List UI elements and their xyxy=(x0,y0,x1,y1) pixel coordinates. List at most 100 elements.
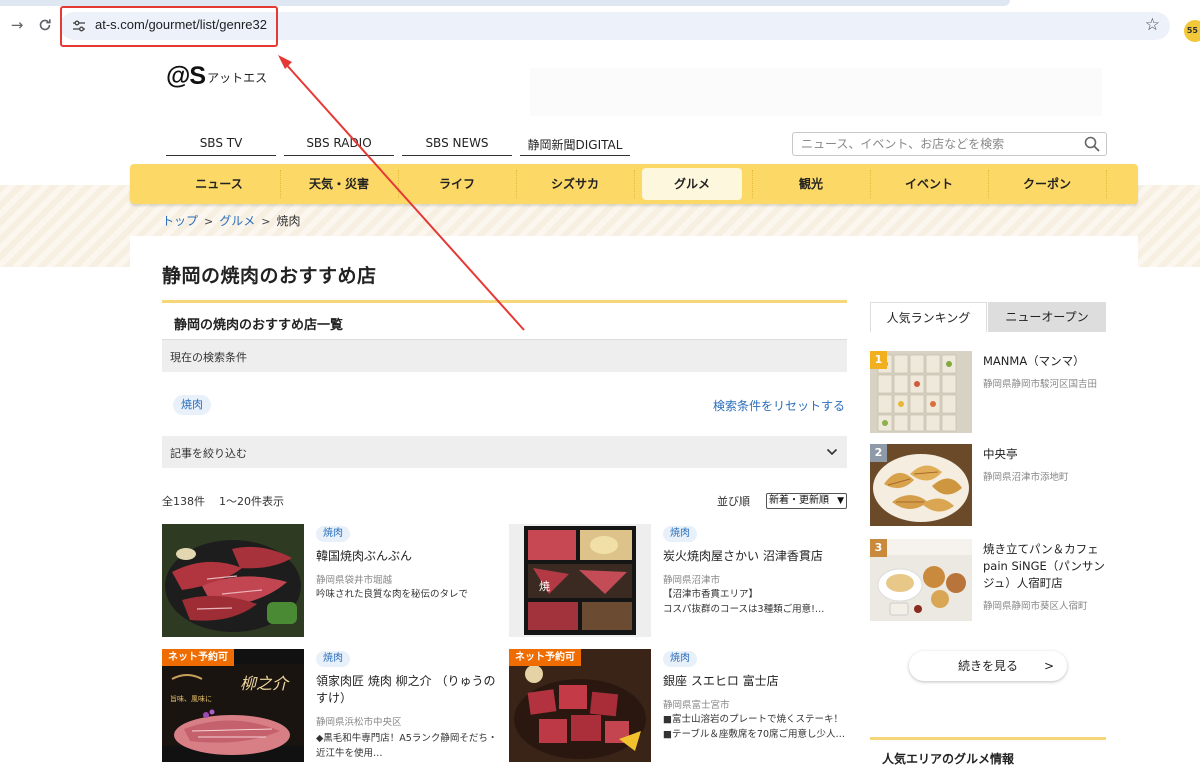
breadcrumb-current: 焼肉 xyxy=(276,214,301,228)
shop-name[interactable]: 領家肉匠 焼肉 柳之介 （りゅうのすけ） xyxy=(316,673,502,707)
shop-description: 【沼津市香貫エリア】 コスパ抜群のコースは3種類ご用意!… xyxy=(663,587,851,617)
result-total: 全138件 xyxy=(162,495,205,508)
annotation-highlight-box xyxy=(60,6,278,47)
breadcrumb-top[interactable]: トップ xyxy=(162,214,198,228)
shop-description: ◆黒毛和牛専門店！A5ランク静岡そだち・ 近江牛を使用… xyxy=(316,731,504,761)
shop-tag[interactable]: 焼肉 xyxy=(663,526,697,542)
shop-description-line: ■テーブル＆座敷席を70席ご用意し少人… xyxy=(663,729,845,740)
title-divider xyxy=(162,300,847,303)
shop-card[interactable]: 焼肉 韓国焼肉ぶんぶん 静岡県袋井市堀越 吟味された良質な肉を秘伝のタレで xyxy=(162,524,502,640)
ranking-area: 静岡県沼津市添地町 xyxy=(983,472,1069,483)
shop-image[interactable]: 焼 xyxy=(509,524,651,637)
rank-badge: 2 xyxy=(870,444,887,462)
nav-item-gourmet[interactable]: グルメ xyxy=(642,168,742,200)
nav-item-shizusaka[interactable]: シズサカ xyxy=(516,168,634,200)
header-banner-area xyxy=(530,68,1102,116)
logo-mark: @S xyxy=(166,62,206,90)
net-reservation-badge: ネット予約可 xyxy=(162,649,234,666)
chevron-right-icon: > xyxy=(204,215,214,228)
svg-text:旨味、風味に: 旨味、風味に xyxy=(170,694,212,703)
tab-popular-ranking[interactable]: 人気ランキング xyxy=(870,302,987,332)
nav-item-event[interactable]: イベント xyxy=(870,168,988,200)
chevron-right-icon: > xyxy=(1043,659,1054,673)
ranking-name[interactable]: 中央亭 xyxy=(983,446,1107,463)
ranking-name[interactable]: MANMA（マンマ） xyxy=(983,353,1107,370)
ranking-item[interactable]: 1 MANMA（マンマ） 静岡県静岡市駿河区国吉田 xyxy=(870,351,1106,435)
result-range: 1〜20件表示 xyxy=(219,495,284,508)
service-link-sbs-news[interactable]: SBS NEWS xyxy=(402,136,512,156)
nav-item-life[interactable]: ライフ xyxy=(398,168,516,200)
shop-description-line: ◆黒毛和牛専門店！A5ランク静岡そだち・ xyxy=(316,733,498,744)
ranking-item[interactable]: 3 焼き立てパン＆カフェ pain SiNGE（パンサンジュ）人宿町店 静岡県静… xyxy=(870,539,1106,623)
popular-area-title: 人気エリアのグルメ情報 xyxy=(882,752,1015,766)
reset-conditions-link[interactable]: 検索条件をリセットする xyxy=(713,397,845,414)
shop-tag[interactable]: 焼肉 xyxy=(316,651,350,667)
bookmark-star-icon[interactable]: ☆ xyxy=(1145,15,1160,35)
chevron-down-icon xyxy=(826,448,838,456)
shop-image[interactable] xyxy=(162,524,304,637)
shop-description-line: ■富士山溶岩のプレートで焼くステーキ！ xyxy=(663,714,843,725)
extension-avatar[interactable]: 55 xyxy=(1184,20,1200,42)
result-count: 全138件 1〜20件表示 xyxy=(162,493,284,509)
chevron-right-icon: > xyxy=(261,215,271,228)
shop-description: 吟味された良質な肉を秘伝のタレで xyxy=(316,587,504,602)
shop-area: 静岡県浜松市中央区 xyxy=(316,717,402,728)
nav-item-tourism[interactable]: 観光 xyxy=(752,168,870,200)
service-link-sbs-radio[interactable]: SBS RADIO xyxy=(284,136,394,156)
rank-badge: 3 xyxy=(870,539,887,557)
svg-text:焼: 焼 xyxy=(539,580,550,593)
shop-card[interactable]: ネット予約可 柳之介 旨味、風味に 焼肉 領家肉匠 焼肉 柳之介 （りゅうのすけ… xyxy=(162,649,502,765)
section-title: 静岡の焼肉のおすすめ店一覧 xyxy=(174,318,344,333)
conditions-label: 現在の検索条件 xyxy=(170,351,247,364)
shop-description-line: 【沼津市香貫エリア】 xyxy=(663,589,759,600)
shop-name[interactable]: 炭火焼肉屋さかい 沼津香貫店 xyxy=(663,548,849,565)
service-link-shizuoka-digital[interactable]: 静岡新聞DIGITAL xyxy=(520,136,630,156)
nav-divider xyxy=(1106,170,1107,198)
nav-item-coupon[interactable]: クーポン xyxy=(988,168,1106,200)
filter-label: 記事を絞り込む xyxy=(170,447,247,460)
ranking-area: 静岡県静岡市葵区人宿町 xyxy=(983,601,1088,612)
shop-description-line: 近江牛を使用… xyxy=(316,748,383,759)
nav-item-weather[interactable]: 天気・災害 xyxy=(280,168,398,200)
shop-area: 静岡県富士宮市 xyxy=(663,700,730,711)
main-nav: ニュース 天気・災害 ライフ シズサカ グルメ 観光 イベント クーポン xyxy=(130,164,1138,204)
search-icon[interactable] xyxy=(1084,136,1100,152)
shop-description-line: コスパ抜群のコースは3種類ご用意!… xyxy=(663,604,825,615)
reload-icon[interactable] xyxy=(34,14,56,36)
filter-accordion[interactable]: 記事を絞り込む xyxy=(162,436,847,468)
shop-area: 静岡県袋井市堀越 xyxy=(316,575,393,586)
breadcrumb-gourmet[interactable]: グルメ xyxy=(219,214,255,228)
show-more-button[interactable]: 続きを見る > xyxy=(909,651,1067,681)
sort-label: 並び順 xyxy=(717,495,750,508)
search-conditions-header: 現在の検索条件 xyxy=(162,339,847,372)
ranking-area: 静岡県静岡市駿河区国吉田 xyxy=(983,379,1098,390)
svg-text:柳之介: 柳之介 xyxy=(240,674,290,693)
shop-card[interactable]: 焼 焼肉 炭火焼肉屋さかい 沼津香貫店 静岡県沼津市 【沼津市香貫エリア】 コス… xyxy=(509,524,849,640)
ranking-item[interactable]: 2 中央亭 静岡県沼津市添地町 xyxy=(870,444,1106,528)
shop-tag[interactable]: 焼肉 xyxy=(316,526,350,542)
shop-tag[interactable]: 焼肉 xyxy=(663,651,697,667)
tab-new-open[interactable]: ニューオープン xyxy=(988,302,1106,332)
site-search xyxy=(792,132,1107,156)
shop-card[interactable]: ネット予約可 焼肉 銀座 スエヒロ 富士店 静岡県富士宮市 ■富士山溶岩のプレー… xyxy=(509,649,849,765)
show-more-label: 続きを見る xyxy=(957,659,1018,673)
breadcrumb: トップ > グルメ > 焼肉 xyxy=(162,212,300,229)
ranking-name[interactable]: 焼き立てパン＆カフェ pain SiNGE（パンサンジュ）人宿町店 xyxy=(983,541,1107,592)
forward-icon[interactable]: → xyxy=(6,14,28,36)
shop-name[interactable]: 韓国焼肉ぶんぶん xyxy=(316,548,502,565)
logo-kana: アットエス xyxy=(207,71,268,85)
condition-tag[interactable]: 焼肉 xyxy=(173,395,211,415)
sort-select[interactable]: 新着・更新順 ▼ xyxy=(766,493,847,509)
site-logo[interactable]: @S アットエス xyxy=(166,62,267,91)
nav-item-news[interactable]: ニュース xyxy=(160,168,278,200)
shop-area: 静岡県沼津市 xyxy=(663,575,721,586)
net-reservation-badge: ネット予約可 xyxy=(509,649,581,666)
nav-divider xyxy=(634,170,635,198)
area-divider xyxy=(870,737,1106,740)
rank-badge: 1 xyxy=(870,351,887,369)
service-link-sbs-tv[interactable]: SBS TV xyxy=(166,136,276,156)
sort-value: 新着・更新順 xyxy=(769,495,829,506)
shop-description-line: 吟味された良質な肉を秘伝のタレで xyxy=(316,589,469,600)
shop-name[interactable]: 銀座 スエヒロ 富士店 xyxy=(663,673,849,690)
search-input[interactable] xyxy=(801,136,1071,152)
